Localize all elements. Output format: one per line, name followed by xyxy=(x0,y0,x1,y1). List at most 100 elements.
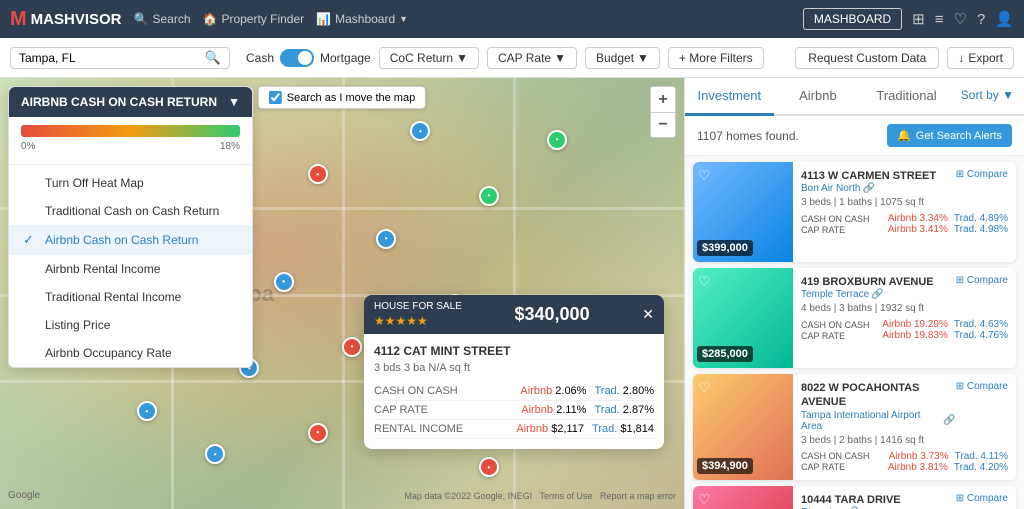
stat-cap-rate: CAP RATE Airbnb 3.81% Trad. 4.20% xyxy=(801,462,1008,473)
favorite-button[interactable]: ♡ xyxy=(698,167,711,184)
cash-toggle-group: Cash Mortgage xyxy=(246,49,371,67)
map-pin[interactable]: • xyxy=(479,186,499,206)
listing-beds: 3 beds | 1 baths | 1075 sq ft xyxy=(801,197,936,208)
heatmap-item-listing-price[interactable]: Listing Price xyxy=(9,311,252,339)
property-popup: HOUSE FOR SALE ★★★★★ $340,000 ✕ 4112 CAT… xyxy=(364,295,664,449)
gradient-max: 18% xyxy=(220,141,240,152)
budget-filter[interactable]: Budget ▼ xyxy=(585,47,660,69)
listing-image: ♡ $399,000 xyxy=(693,162,793,262)
popup-type: HOUSE FOR SALE xyxy=(374,301,462,312)
map-pin[interactable]: • xyxy=(308,423,328,443)
heatmap-item-traditional-rental[interactable]: Traditional Rental Income xyxy=(9,283,252,311)
heatmap-item-airbnb-coc[interactable]: ✓ Airbnb Cash on Cash Return xyxy=(9,225,252,255)
nav-mashboard[interactable]: 📊 Mashboard ▼ xyxy=(316,12,408,26)
dropdown-arrow-icon: ▼ xyxy=(228,95,240,109)
request-custom-data-button[interactable]: Request Custom Data xyxy=(795,47,939,69)
location-search[interactable]: 🔍 xyxy=(10,47,230,69)
cap-rate-filter[interactable]: CAP Rate ▼ xyxy=(487,47,577,69)
table-icon[interactable]: ≡ xyxy=(935,11,944,28)
heatmap-item-occupancy[interactable]: Airbnb Occupancy Rate xyxy=(9,339,252,367)
map-attribution: Map data ©2022 Google, INEGI Terms of Us… xyxy=(404,491,676,501)
popup-cash-on-cash: CASH ON CASH Airbnb 2.06% Trad. 2.80% xyxy=(374,382,654,401)
export-button[interactable]: ↓ Export xyxy=(947,47,1014,69)
export-icon: ↓ xyxy=(958,51,964,65)
help-icon[interactable]: ? xyxy=(977,11,985,28)
logo: M MASHVISOR xyxy=(10,8,122,31)
tab-investment[interactable]: Investment xyxy=(685,78,774,116)
map-pin[interactable]: • xyxy=(137,401,157,421)
mortgage-label: Mortgage xyxy=(320,51,371,65)
popup-cap-rate: CAP RATE Airbnb 2.11% Trad. 2.87% xyxy=(374,401,654,420)
popup-header: HOUSE FOR SALE ★★★★★ $340,000 ✕ xyxy=(364,295,664,334)
compare-button[interactable]: ⊞ Compare xyxy=(956,169,1008,180)
listing-card: ♡ $-- 10444 TARA DRIVE Riverview 🔗 4 bed… xyxy=(693,486,1016,509)
more-filters[interactable]: + More Filters xyxy=(668,47,764,69)
gradient-bar xyxy=(21,125,240,137)
popup-price: $340,000 xyxy=(515,304,590,325)
listing-address: 10444 TARA DRIVE xyxy=(801,493,924,507)
search-move-checkbox[interactable] xyxy=(269,91,282,104)
main-content: Tampa • • • • • • • • • • • • • • • • • xyxy=(0,78,1024,509)
listing-area[interactable]: Bon Air North 🔗 xyxy=(801,183,936,194)
cash-mortgage-toggle[interactable] xyxy=(280,49,314,67)
road xyxy=(342,78,345,509)
listing-area[interactable]: Tampa International Airport Area 🔗 xyxy=(801,410,956,432)
top-nav: M MASHVISOR 🔍 Search 🏠 Property Finder 📊… xyxy=(0,0,1024,38)
map-area[interactable]: Tampa • • • • • • • • • • • • • • • • • xyxy=(0,78,684,509)
map-pin[interactable]: • xyxy=(479,457,499,477)
map-pin[interactable]: • xyxy=(342,337,362,357)
listing-image: ♡ $285,000 xyxy=(693,268,793,368)
search-as-move: Search as I move the map xyxy=(258,86,426,109)
grid-icon[interactable]: ⊞ xyxy=(912,10,925,28)
zoom-out-button[interactable]: − xyxy=(650,112,676,138)
listing-address: 4113 W CARMEN STREET xyxy=(801,169,936,183)
map-pin[interactable]: • xyxy=(308,164,328,184)
popup-beds: 3 bds 3 ba N/A sq ft xyxy=(374,362,654,374)
stat-cap-rate: CAP RATE Airbnb 3.41% Trad. 4.98% xyxy=(801,224,1008,235)
heatmap-panel: AIRBNB CASH ON CASH RETURN ▼ 0% 18% Turn… xyxy=(8,86,253,368)
listing-beds: 3 beds | 2 baths | 1416 sq ft xyxy=(801,435,956,446)
popup-stars: ★★★★★ xyxy=(374,314,462,328)
heatmap-item-traditional-coc[interactable]: Traditional Cash on Cash Return xyxy=(9,197,252,225)
listing-area[interactable]: Temple Terrace 🔗 xyxy=(801,289,934,300)
compare-button[interactable]: ⊞ Compare xyxy=(956,493,1008,504)
listing-card: ♡ $394,900 8022 W POCAHONTAS AVENUE Tamp… xyxy=(693,374,1016,480)
tab-traditional[interactable]: Traditional xyxy=(862,78,951,116)
heatmap-header[interactable]: AIRBNB CASH ON CASH RETURN ▼ xyxy=(9,87,252,117)
nav-search[interactable]: 🔍 Search xyxy=(134,12,191,26)
get-search-alerts-button[interactable]: 🔔 Get Search Alerts xyxy=(887,124,1012,147)
homes-count: 1107 homes found. xyxy=(697,129,799,143)
coc-return-filter[interactable]: CoC Return ▼ xyxy=(379,47,479,69)
favorite-button[interactable]: ♡ xyxy=(698,379,711,396)
tab-airbnb[interactable]: Airbnb xyxy=(774,78,863,116)
listing-address: 8022 W POCAHONTAS AVENUE xyxy=(801,381,956,410)
listing-card: ♡ $285,000 419 BROXBURN AVENUE Temple Te… xyxy=(693,268,1016,368)
listing-price-badge: $285,000 xyxy=(697,346,753,362)
popup-address: 4112 CAT MINT STREET xyxy=(374,344,654,358)
popup-close-button[interactable]: ✕ xyxy=(642,306,654,323)
favorite-button[interactable]: ♡ xyxy=(698,491,711,508)
heart-icon[interactable]: ♡ xyxy=(954,10,967,28)
user-icon[interactable]: 👤 xyxy=(995,10,1014,28)
gradient-min: 0% xyxy=(21,141,35,152)
stat-cash-on-cash: CASH ON CASH Airbnb 3.34% Trad. 4.89% xyxy=(801,213,1008,224)
zoom-controls: + − xyxy=(650,86,676,138)
map-pin[interactable]: • xyxy=(547,130,567,150)
popup-rental-income: RENTAL INCOME Airbnb $2,117 Trad. $1,814 xyxy=(374,420,654,439)
listing-beds: 4 beds | 3 baths | 1932 sq ft xyxy=(801,303,934,314)
compare-button[interactable]: ⊞ Compare xyxy=(956,275,1008,286)
sort-by-button[interactable]: Sort by ▼ xyxy=(951,78,1024,114)
listing-address: 419 BROXBURN AVENUE xyxy=(801,275,934,289)
heatmap-item-airbnb-rental[interactable]: Airbnb Rental Income xyxy=(9,255,252,283)
mashboard-button[interactable]: MASHBOARD xyxy=(803,8,902,30)
right-panel: Investment Airbnb Traditional Sort by ▼ … xyxy=(684,78,1024,509)
listing-price-badge: $394,900 xyxy=(697,458,753,474)
zoom-in-button[interactable]: + xyxy=(650,86,676,112)
map-pin[interactable]: • xyxy=(376,229,396,249)
compare-button[interactable]: ⊞ Compare xyxy=(956,381,1008,392)
location-input[interactable] xyxy=(19,51,205,65)
favorite-button[interactable]: ♡ xyxy=(698,273,711,290)
nav-property-finder[interactable]: 🏠 Property Finder xyxy=(203,12,305,26)
heatmap-item-off[interactable]: Turn Off Heat Map xyxy=(9,169,252,197)
map-pin[interactable]: • xyxy=(274,272,294,292)
